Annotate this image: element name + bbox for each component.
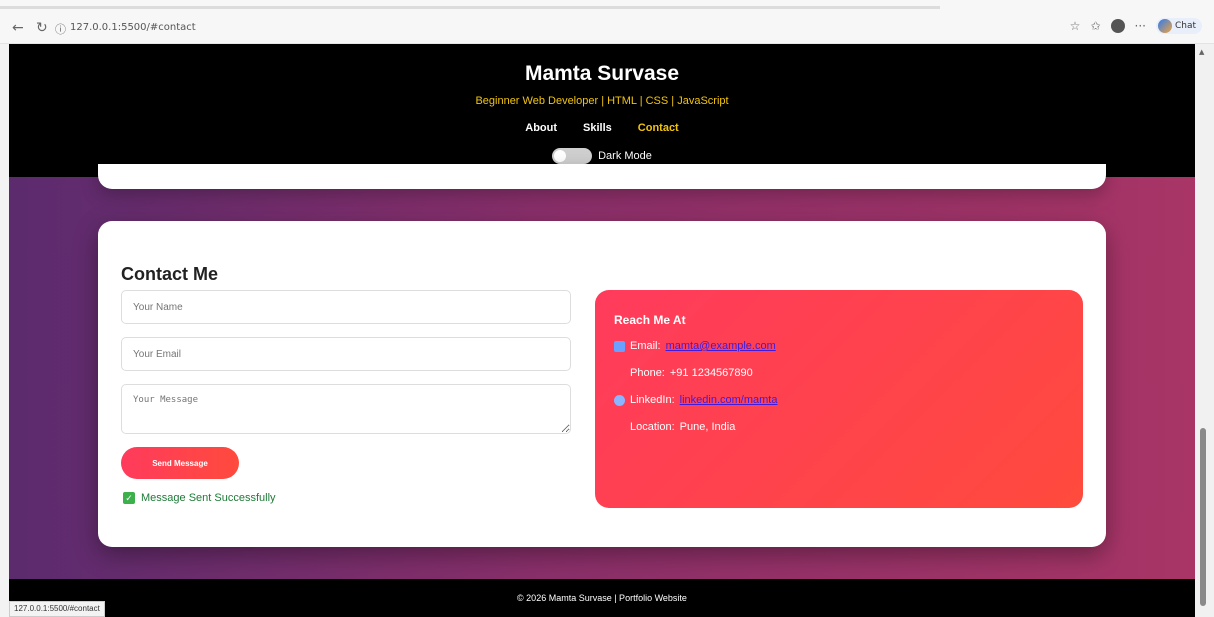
email-input[interactable] bbox=[121, 337, 571, 371]
location-value: Pune, India bbox=[679, 421, 736, 433]
toolbar-right: ☆ ✩ ··· Chat bbox=[1070, 18, 1202, 34]
email-link[interactable]: mamta@example.com bbox=[666, 340, 776, 352]
more-menu-icon[interactable]: ··· bbox=[1135, 19, 1146, 33]
success-message: ✓ Message Sent Successfully bbox=[123, 492, 276, 504]
copilot-icon bbox=[1157, 19, 1172, 33]
browser-toolbar: ← ↻ ⓘ 127.0.0.1:5500/#contact ☆ ✩ ··· Ch… bbox=[0, 0, 1214, 44]
phone-icon bbox=[614, 368, 625, 379]
site-nav: About Skills Contact bbox=[9, 122, 1195, 134]
nav-skills[interactable]: Skills bbox=[583, 122, 612, 134]
contact-title: Contact Me bbox=[121, 264, 219, 284]
favorite-star-icon[interactable]: ☆ bbox=[1070, 19, 1081, 33]
refresh-icon[interactable]: ↻ bbox=[36, 20, 48, 36]
location-pin-icon bbox=[614, 422, 625, 433]
site-header: Mamta Survase Beginner Web Developer | H… bbox=[9, 44, 1195, 177]
back-arrow-icon[interactable]: ← bbox=[12, 20, 24, 36]
message-textarea[interactable] bbox=[121, 384, 571, 434]
reach-phone: Phone: +91 1234567890 bbox=[614, 367, 753, 379]
phone-label: Phone: bbox=[630, 367, 665, 379]
scroll-up-arrow-icon[interactable]: ▲ bbox=[1199, 48, 1204, 56]
site-subtitle: Beginner Web Developer | HTML | CSS | Ja… bbox=[475, 95, 729, 107]
site-title: Mamta Survase bbox=[524, 62, 680, 85]
reach-email: Email: mamta@example.com bbox=[614, 340, 776, 352]
linkedin-icon bbox=[614, 394, 625, 406]
collections-icon[interactable]: ✩ bbox=[1090, 19, 1100, 33]
dark-mode-control: Dark Mode bbox=[9, 148, 1195, 164]
dark-mode-label: Dark Mode bbox=[598, 150, 652, 162]
page-scrollbar[interactable]: ▲ bbox=[1195, 44, 1214, 617]
copilot-button[interactable]: Chat bbox=[1155, 18, 1202, 34]
info-icon[interactable]: ⓘ bbox=[55, 21, 66, 37]
phone-value: +91 1234567890 bbox=[669, 367, 753, 379]
scrollbar-thumb[interactable] bbox=[1200, 428, 1206, 606]
status-bar-url: 127.0.0.1:5500/#contact bbox=[9, 601, 105, 617]
linkedin-label: LinkedIn: bbox=[630, 394, 675, 406]
success-text: Message Sent Successfully bbox=[141, 492, 276, 504]
profile-avatar[interactable] bbox=[1110, 19, 1125, 33]
check-icon: ✓ bbox=[123, 492, 135, 504]
tab-strip bbox=[0, 6, 940, 9]
nav-about[interactable]: About bbox=[525, 122, 557, 134]
address-bar[interactable]: 127.0.0.1:5500/#contact bbox=[70, 22, 196, 33]
reach-location: Location: Pune, India bbox=[614, 421, 735, 433]
send-message-button[interactable]: Send Message bbox=[121, 447, 239, 479]
copilot-label: Chat bbox=[1174, 21, 1196, 31]
nav-contact[interactable]: Contact bbox=[638, 122, 679, 134]
site-footer: © 2026 Mamta Survase | Portfolio Website bbox=[9, 579, 1195, 617]
toggle-knob bbox=[554, 150, 567, 162]
reach-linkedin: LinkedIn: linkedin.com/mamta bbox=[614, 394, 777, 406]
reach-me-box: Reach Me At Email: mamta@example.com Pho… bbox=[595, 290, 1083, 508]
linkedin-link[interactable]: linkedin.com/mamta bbox=[680, 394, 778, 406]
name-input[interactable] bbox=[121, 290, 571, 324]
reach-title: Reach Me At bbox=[614, 313, 686, 327]
dark-mode-toggle[interactable] bbox=[552, 148, 593, 164]
email-icon bbox=[614, 340, 625, 352]
previous-section-card bbox=[98, 164, 1106, 189]
location-label: Location: bbox=[630, 421, 675, 433]
page-viewport: Mamta Survase Beginner Web Developer | H… bbox=[9, 44, 1195, 617]
contact-section: Contact Me Send Message ✓ Message Sent S… bbox=[98, 221, 1106, 547]
email-label: Email: bbox=[630, 340, 661, 352]
